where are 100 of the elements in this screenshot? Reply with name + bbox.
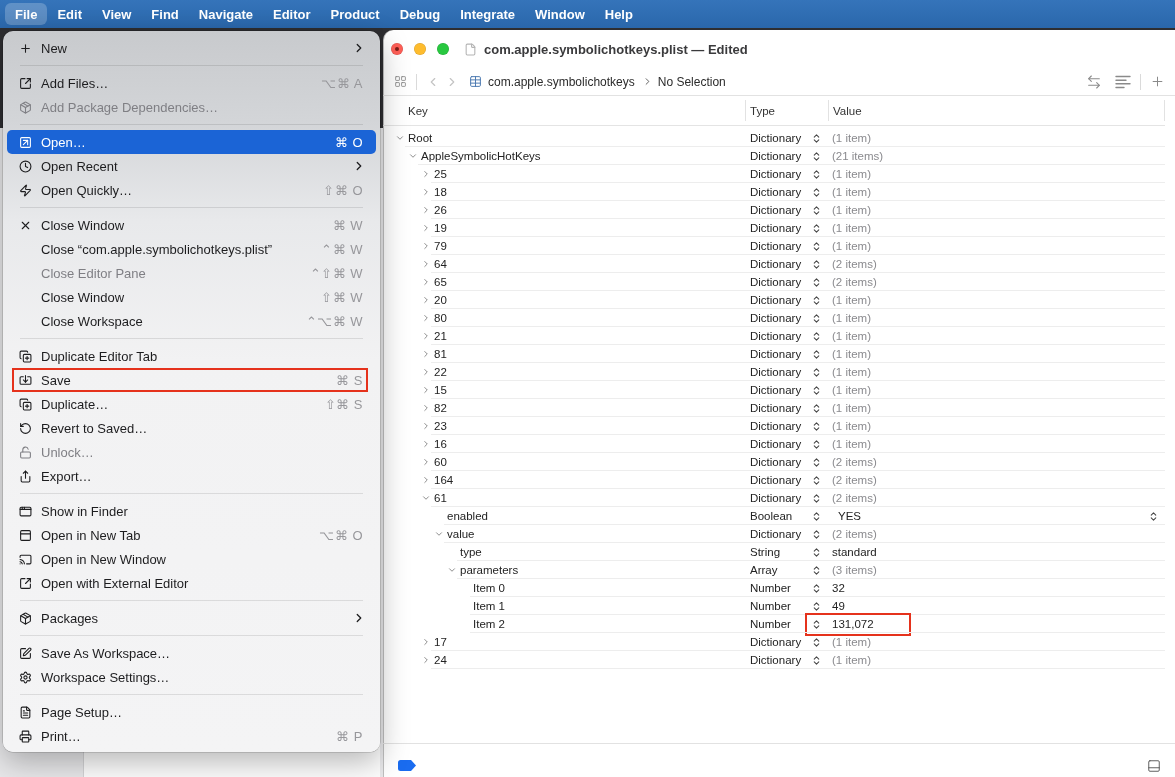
tree-row[interactable]: Item 2 Number 131,072 bbox=[383, 615, 1165, 633]
stepper-icon[interactable] bbox=[811, 618, 822, 630]
zoom-button[interactable] bbox=[437, 43, 449, 55]
tree-row[interactable]: 23 Dictionary (1 item) bbox=[383, 417, 1165, 435]
chevron-right-icon[interactable] bbox=[421, 403, 431, 413]
stepper-icon[interactable] bbox=[811, 636, 822, 648]
menu-item[interactable]: Duplicate… ⇧⌘ S bbox=[7, 392, 376, 416]
chevron-down-icon[interactable] bbox=[447, 565, 457, 575]
menu-item[interactable]: Show in Finder bbox=[7, 499, 376, 523]
menu-item[interactable]: Open in New Window bbox=[7, 547, 376, 571]
chevron-right-icon[interactable] bbox=[421, 223, 431, 233]
chevron-right-icon[interactable] bbox=[421, 205, 431, 215]
stepper-icon[interactable] bbox=[811, 438, 822, 450]
tree-row[interactable]: parameters Array (3 items) bbox=[383, 561, 1165, 579]
chevron-right-icon[interactable] bbox=[421, 349, 431, 359]
chevron-right-icon[interactable] bbox=[421, 457, 431, 467]
menu-item[interactable]: New bbox=[7, 36, 376, 60]
menu-bar-item[interactable]: Debug bbox=[389, 3, 451, 25]
chevron-right-icon[interactable] bbox=[421, 367, 431, 377]
stepper-icon[interactable] bbox=[811, 240, 822, 252]
stepper-icon[interactable] bbox=[811, 492, 822, 504]
menu-item[interactable]: Add Files… ⌥⌘ A bbox=[7, 71, 376, 95]
tree-row[interactable]: 19 Dictionary (1 item) bbox=[383, 219, 1165, 237]
menu-bar-item[interactable]: Help bbox=[594, 3, 643, 25]
stepper-icon[interactable] bbox=[811, 330, 822, 342]
stepper-icon[interactable] bbox=[811, 150, 822, 162]
menu-bar-item[interactable]: View bbox=[91, 3, 142, 25]
menu-bar-item[interactable]: Navigate bbox=[188, 3, 263, 25]
stepper-icon[interactable] bbox=[811, 258, 822, 270]
plus-icon[interactable] bbox=[1150, 74, 1165, 89]
tree-row[interactable]: 81 Dictionary (1 item) bbox=[383, 345, 1165, 363]
menu-item[interactable]: Duplicate Editor Tab bbox=[7, 344, 376, 368]
chevron-right-icon[interactable] bbox=[421, 475, 431, 485]
tree-row[interactable]: 21 Dictionary (1 item) bbox=[383, 327, 1165, 345]
stepper-icon[interactable] bbox=[811, 366, 822, 378]
tree-row[interactable]: Item 0 Number 32 bbox=[383, 579, 1165, 597]
menu-bar-item[interactable]: Edit bbox=[47, 3, 92, 25]
menu-item[interactable]: Export… bbox=[7, 464, 376, 488]
tree-row[interactable]: 26 Dictionary (1 item) bbox=[383, 201, 1165, 219]
column-header[interactable]: Value bbox=[828, 100, 1165, 121]
tree-row[interactable]: 22 Dictionary (1 item) bbox=[383, 363, 1165, 381]
stepper-icon[interactable] bbox=[811, 546, 822, 558]
tree-row[interactable]: AppleSymbolicHotKeys Dictionary (21 items) bbox=[383, 147, 1165, 165]
stepper-icon[interactable] bbox=[811, 276, 822, 288]
chevron-down-icon[interactable] bbox=[395, 133, 405, 143]
menu-bar-item[interactable]: Editor bbox=[263, 3, 321, 25]
tree-row[interactable]: 164 Dictionary (2 items) bbox=[383, 471, 1165, 489]
breadcrumb-item[interactable]: No Selection bbox=[657, 74, 726, 89]
chevron-right-icon[interactable] bbox=[421, 385, 431, 395]
stepper-icon[interactable] bbox=[811, 582, 822, 594]
menu-item[interactable]: Open with External Editor bbox=[7, 571, 376, 595]
tree-row[interactable]: 80 Dictionary (1 item) bbox=[383, 309, 1165, 327]
chevron-right-icon[interactable] bbox=[421, 421, 431, 431]
chevron-right-icon[interactable] bbox=[421, 241, 431, 251]
panel-icon[interactable] bbox=[1147, 758, 1161, 773]
column-header[interactable]: Type bbox=[745, 100, 828, 121]
stepper-icon[interactable] bbox=[811, 456, 822, 468]
stepper-icon[interactable] bbox=[811, 348, 822, 360]
stepper-icon[interactable] bbox=[811, 132, 822, 144]
menu-item[interactable]: Workspace Settings… bbox=[7, 665, 376, 689]
menu-item[interactable]: Save As Workspace… bbox=[7, 641, 376, 665]
menu-item[interactable]: Close Window ⇧⌘ W bbox=[7, 285, 376, 309]
menu-bar-item[interactable]: Product bbox=[320, 3, 390, 25]
chevron-right-icon[interactable] bbox=[421, 655, 431, 665]
tree-row[interactable]: 64 Dictionary (2 items) bbox=[383, 255, 1165, 273]
tree-row[interactable]: 15 Dictionary (1 item) bbox=[383, 381, 1165, 399]
tree-row[interactable]: 61 Dictionary (2 items) bbox=[383, 489, 1165, 507]
chevron-right-icon[interactable] bbox=[421, 169, 431, 179]
menu-item[interactable]: Open Recent bbox=[7, 154, 376, 178]
chevron-right-icon[interactable] bbox=[421, 277, 431, 287]
tree-row[interactable]: Root Dictionary (1 item) bbox=[383, 129, 1165, 147]
chevron-right-icon[interactable] bbox=[421, 331, 431, 341]
chevron-down-icon[interactable] bbox=[434, 529, 444, 539]
menu-item[interactable]: Save ⌘ S bbox=[7, 368, 376, 392]
arrows-left-right-icon[interactable] bbox=[1086, 73, 1102, 90]
stepper-icon[interactable] bbox=[811, 510, 822, 522]
stepper-icon[interactable] bbox=[811, 474, 822, 486]
menu-item[interactable]: Close Window ⌘ W bbox=[7, 213, 376, 237]
menu-bar-item[interactable]: Window bbox=[525, 3, 595, 25]
menu-item[interactable]: Open in New Tab ⌥⌘ O bbox=[7, 523, 376, 547]
chevron-right-icon[interactable] bbox=[421, 295, 431, 305]
stepper-icon[interactable] bbox=[811, 384, 822, 396]
chevron-down-icon[interactable] bbox=[421, 493, 431, 503]
tree-row[interactable]: 60 Dictionary (2 items) bbox=[383, 453, 1165, 471]
stepper-icon[interactable] bbox=[811, 204, 822, 216]
chevron-right-icon[interactable] bbox=[421, 259, 431, 269]
stepper-icon[interactable] bbox=[811, 420, 822, 432]
menu-item[interactable]: Revert to Saved… bbox=[7, 416, 376, 440]
tree-row[interactable]: 16 Dictionary (1 item) bbox=[383, 435, 1165, 453]
stepper-icon[interactable] bbox=[811, 168, 822, 180]
breadcrumb-item[interactable]: com.apple.symbolichotkeys bbox=[488, 74, 635, 89]
stepper-icon[interactable] bbox=[811, 294, 822, 306]
stepper-icon[interactable] bbox=[811, 564, 822, 576]
stepper-icon[interactable] bbox=[811, 402, 822, 414]
chevron-right-icon[interactable] bbox=[421, 439, 431, 449]
stepper-icon[interactable] bbox=[811, 186, 822, 198]
tree-row[interactable]: 24 Dictionary (1 item) bbox=[383, 651, 1165, 669]
tag-icon[interactable] bbox=[398, 760, 416, 771]
stepper-icon[interactable] bbox=[1148, 510, 1159, 522]
chevron-down-icon[interactable] bbox=[408, 151, 418, 161]
